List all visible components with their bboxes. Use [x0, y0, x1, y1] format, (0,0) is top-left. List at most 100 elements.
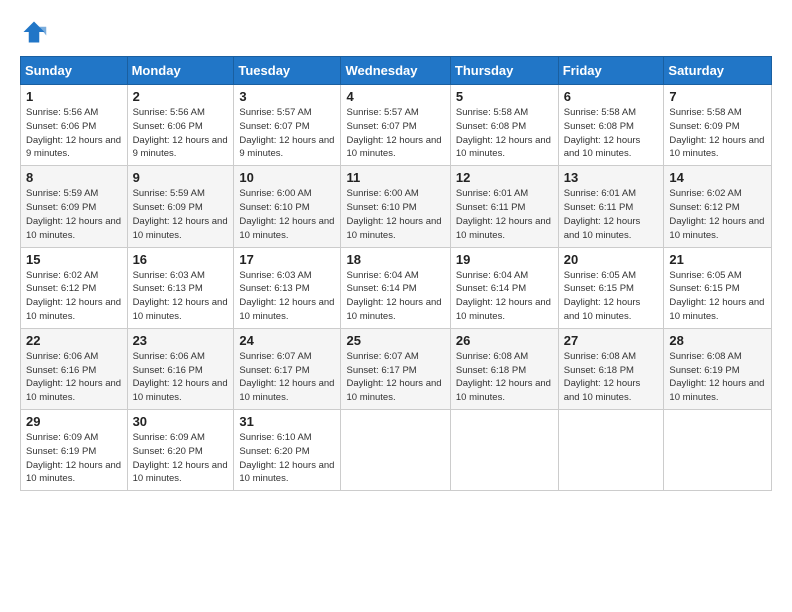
day-info: Sunrise: 6:01 AMSunset: 6:11 PMDaylight:…: [564, 188, 641, 240]
calendar-cell: 10 Sunrise: 6:00 AMSunset: 6:10 PMDaylig…: [234, 166, 341, 247]
day-info: Sunrise: 5:59 AMSunset: 6:09 PMDaylight:…: [26, 188, 121, 240]
calendar-cell: 20 Sunrise: 6:05 AMSunset: 6:15 PMDaylig…: [558, 247, 664, 328]
day-info: Sunrise: 6:05 AMSunset: 6:15 PMDaylight:…: [564, 270, 641, 322]
day-info: Sunrise: 6:07 AMSunset: 6:17 PMDaylight:…: [346, 351, 441, 403]
day-info: Sunrise: 6:04 AMSunset: 6:14 PMDaylight:…: [456, 270, 551, 322]
day-info: Sunrise: 5:57 AMSunset: 6:07 PMDaylight:…: [239, 107, 334, 159]
day-number: 7: [669, 89, 766, 104]
header: [20, 18, 772, 46]
day-number: 6: [564, 89, 659, 104]
weekday-header: Thursday: [450, 57, 558, 85]
day-info: Sunrise: 6:02 AMSunset: 6:12 PMDaylight:…: [26, 270, 121, 322]
logo: [20, 18, 50, 46]
day-info: Sunrise: 6:03 AMSunset: 6:13 PMDaylight:…: [133, 270, 228, 322]
day-number: 31: [239, 414, 335, 429]
day-info: Sunrise: 6:00 AMSunset: 6:10 PMDaylight:…: [346, 188, 441, 240]
calendar-cell: 16 Sunrise: 6:03 AMSunset: 6:13 PMDaylig…: [127, 247, 234, 328]
day-info: Sunrise: 6:09 AMSunset: 6:19 PMDaylight:…: [26, 432, 121, 484]
day-number: 11: [346, 170, 444, 185]
calendar-cell: 17 Sunrise: 6:03 AMSunset: 6:13 PMDaylig…: [234, 247, 341, 328]
calendar-cell: 26 Sunrise: 6:08 AMSunset: 6:18 PMDaylig…: [450, 328, 558, 409]
day-number: 29: [26, 414, 122, 429]
day-number: 14: [669, 170, 766, 185]
day-number: 18: [346, 252, 444, 267]
day-info: Sunrise: 6:01 AMSunset: 6:11 PMDaylight:…: [456, 188, 551, 240]
calendar-cell: 9 Sunrise: 5:59 AMSunset: 6:09 PMDayligh…: [127, 166, 234, 247]
day-info: Sunrise: 5:56 AMSunset: 6:06 PMDaylight:…: [26, 107, 121, 159]
calendar-cell: 24 Sunrise: 6:07 AMSunset: 6:17 PMDaylig…: [234, 328, 341, 409]
day-number: 27: [564, 333, 659, 348]
day-info: Sunrise: 5:58 AMSunset: 6:08 PMDaylight:…: [456, 107, 551, 159]
day-number: 23: [133, 333, 229, 348]
calendar-week-row: 8 Sunrise: 5:59 AMSunset: 6:09 PMDayligh…: [21, 166, 772, 247]
calendar: SundayMondayTuesdayWednesdayThursdayFrid…: [20, 56, 772, 491]
day-number: 21: [669, 252, 766, 267]
day-number: 30: [133, 414, 229, 429]
calendar-cell: 19 Sunrise: 6:04 AMSunset: 6:14 PMDaylig…: [450, 247, 558, 328]
calendar-cell: 29 Sunrise: 6:09 AMSunset: 6:19 PMDaylig…: [21, 410, 128, 491]
day-info: Sunrise: 6:07 AMSunset: 6:17 PMDaylight:…: [239, 351, 334, 403]
logo-icon: [20, 18, 48, 46]
day-info: Sunrise: 6:09 AMSunset: 6:20 PMDaylight:…: [133, 432, 228, 484]
calendar-cell: 31 Sunrise: 6:10 AMSunset: 6:20 PMDaylig…: [234, 410, 341, 491]
day-number: 10: [239, 170, 335, 185]
calendar-cell: 11 Sunrise: 6:00 AMSunset: 6:10 PMDaylig…: [341, 166, 450, 247]
day-number: 28: [669, 333, 766, 348]
page: SundayMondayTuesdayWednesdayThursdayFrid…: [0, 0, 792, 612]
calendar-week-row: 22 Sunrise: 6:06 AMSunset: 6:16 PMDaylig…: [21, 328, 772, 409]
calendar-body: 1 Sunrise: 5:56 AMSunset: 6:06 PMDayligh…: [21, 85, 772, 491]
calendar-cell: 3 Sunrise: 5:57 AMSunset: 6:07 PMDayligh…: [234, 85, 341, 166]
day-number: 12: [456, 170, 553, 185]
day-info: Sunrise: 6:02 AMSunset: 6:12 PMDaylight:…: [669, 188, 764, 240]
day-number: 4: [346, 89, 444, 104]
calendar-cell: 18 Sunrise: 6:04 AMSunset: 6:14 PMDaylig…: [341, 247, 450, 328]
calendar-cell: 13 Sunrise: 6:01 AMSunset: 6:11 PMDaylig…: [558, 166, 664, 247]
calendar-cell: 14 Sunrise: 6:02 AMSunset: 6:12 PMDaylig…: [664, 166, 772, 247]
calendar-cell: 6 Sunrise: 5:58 AMSunset: 6:08 PMDayligh…: [558, 85, 664, 166]
calendar-cell: 2 Sunrise: 5:56 AMSunset: 6:06 PMDayligh…: [127, 85, 234, 166]
day-number: 24: [239, 333, 335, 348]
day-info: Sunrise: 6:06 AMSunset: 6:16 PMDaylight:…: [26, 351, 121, 403]
calendar-cell: 25 Sunrise: 6:07 AMSunset: 6:17 PMDaylig…: [341, 328, 450, 409]
calendar-week-row: 29 Sunrise: 6:09 AMSunset: 6:19 PMDaylig…: [21, 410, 772, 491]
day-info: Sunrise: 6:05 AMSunset: 6:15 PMDaylight:…: [669, 270, 764, 322]
calendar-cell: 22 Sunrise: 6:06 AMSunset: 6:16 PMDaylig…: [21, 328, 128, 409]
calendar-cell: 8 Sunrise: 5:59 AMSunset: 6:09 PMDayligh…: [21, 166, 128, 247]
day-number: 22: [26, 333, 122, 348]
calendar-cell: 12 Sunrise: 6:01 AMSunset: 6:11 PMDaylig…: [450, 166, 558, 247]
calendar-cell: 15 Sunrise: 6:02 AMSunset: 6:12 PMDaylig…: [21, 247, 128, 328]
weekday-header: Friday: [558, 57, 664, 85]
day-info: Sunrise: 6:10 AMSunset: 6:20 PMDaylight:…: [239, 432, 334, 484]
day-info: Sunrise: 6:08 AMSunset: 6:19 PMDaylight:…: [669, 351, 764, 403]
day-number: 9: [133, 170, 229, 185]
weekday-header: Tuesday: [234, 57, 341, 85]
day-number: 5: [456, 89, 553, 104]
day-number: 16: [133, 252, 229, 267]
day-number: 19: [456, 252, 553, 267]
day-number: 13: [564, 170, 659, 185]
calendar-cell: 27 Sunrise: 6:08 AMSunset: 6:18 PMDaylig…: [558, 328, 664, 409]
day-info: Sunrise: 6:00 AMSunset: 6:10 PMDaylight:…: [239, 188, 334, 240]
day-number: 2: [133, 89, 229, 104]
calendar-cell: [664, 410, 772, 491]
day-info: Sunrise: 5:59 AMSunset: 6:09 PMDaylight:…: [133, 188, 228, 240]
calendar-cell: [450, 410, 558, 491]
day-number: 26: [456, 333, 553, 348]
day-number: 1: [26, 89, 122, 104]
day-info: Sunrise: 6:03 AMSunset: 6:13 PMDaylight:…: [239, 270, 334, 322]
calendar-week-row: 15 Sunrise: 6:02 AMSunset: 6:12 PMDaylig…: [21, 247, 772, 328]
calendar-cell: 30 Sunrise: 6:09 AMSunset: 6:20 PMDaylig…: [127, 410, 234, 491]
weekday-row: SundayMondayTuesdayWednesdayThursdayFrid…: [21, 57, 772, 85]
calendar-cell: 7 Sunrise: 5:58 AMSunset: 6:09 PMDayligh…: [664, 85, 772, 166]
day-info: Sunrise: 5:58 AMSunset: 6:08 PMDaylight:…: [564, 107, 641, 159]
day-number: 17: [239, 252, 335, 267]
day-number: 25: [346, 333, 444, 348]
day-info: Sunrise: 6:06 AMSunset: 6:16 PMDaylight:…: [133, 351, 228, 403]
day-number: 3: [239, 89, 335, 104]
calendar-header: SundayMondayTuesdayWednesdayThursdayFrid…: [21, 57, 772, 85]
calendar-cell: [341, 410, 450, 491]
weekday-header: Sunday: [21, 57, 128, 85]
day-info: Sunrise: 6:04 AMSunset: 6:14 PMDaylight:…: [346, 270, 441, 322]
weekday-header: Saturday: [664, 57, 772, 85]
calendar-week-row: 1 Sunrise: 5:56 AMSunset: 6:06 PMDayligh…: [21, 85, 772, 166]
